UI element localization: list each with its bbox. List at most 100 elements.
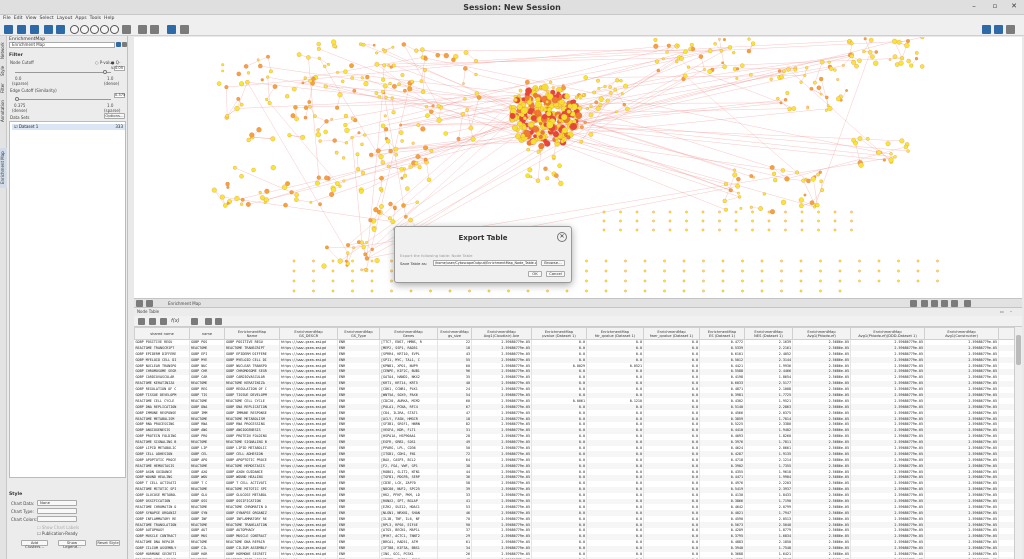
column-header[interactable]: EnrichmentMap GS_Type: [337, 327, 380, 340]
show-chart-labels-checkbox[interactable]: ☐ Show Chart Labels: [37, 525, 79, 530]
title-bar: Session: New Session – ▫ ✕: [0, 0, 1024, 15]
menu-item-select[interactable]: Select: [40, 16, 54, 21]
zoom-fit-icon[interactable]: [90, 25, 99, 34]
save-session-icon[interactable]: [30, 25, 39, 34]
select-edges-icon[interactable]: [941, 300, 948, 307]
options-button[interactable]: Options...: [104, 113, 125, 119]
browse-button[interactable]: Browse...: [541, 260, 565, 266]
tab-annotation[interactable]: Annotation: [0, 98, 7, 124]
map-menu-icon[interactable]: [122, 42, 127, 47]
column-header[interactable]: EnrichmentMapColouring (Dataset 1): [998, 327, 1014, 340]
edge-cutoff-slider[interactable]: [15, 97, 111, 101]
tab-network[interactable]: Network: [0, 40, 7, 62]
show-graphics-icon[interactable]: [921, 300, 928, 307]
menu-item-view[interactable]: View: [26, 16, 37, 21]
minimize-panel-icon[interactable]: –: [1010, 309, 1012, 314]
node-cutoff-field[interactable]: 0.05: [114, 66, 125, 71]
chart-data-select[interactable]: None: [37, 500, 77, 506]
publication-ready-checkbox[interactable]: ☐ Publication-Ready: [37, 531, 78, 536]
column-header[interactable]: EnrichmentMap Genes: [379, 327, 438, 340]
minimize-icon[interactable]: –: [968, 2, 980, 12]
column-header[interactable]: EnrichmentMap Avg1(Cloudiair) Ave: [471, 327, 532, 340]
reset-style-button[interactable]: Reset Style: [96, 540, 120, 546]
change-type-icon[interactable]: [149, 318, 156, 325]
dialog-close-icon[interactable]: ✕: [557, 232, 567, 242]
function-builder-icon[interactable]: f(x): [171, 318, 180, 324]
show-icon[interactable]: [150, 25, 159, 34]
export-icon[interactable]: [180, 25, 189, 34]
file-path-field[interactable]: /home/user/CytoscapeOutput/EnrichmentMap…: [433, 260, 537, 266]
column-header[interactable]: EnrichmentMap pvalue (Dataset 1): [531, 327, 587, 340]
menu-item-edit[interactable]: Edit: [14, 16, 23, 21]
column-header[interactable]: name: [189, 327, 225, 340]
tab-filter[interactable]: Filter: [0, 81, 7, 95]
add-clusters-button[interactable]: Add Clusters...: [21, 540, 48, 549]
table-scrollbar[interactable]: [1014, 327, 1022, 559]
column-header[interactable]: shared name: [134, 327, 190, 340]
hide-icon[interactable]: [138, 25, 147, 34]
node-cutoff-slider[interactable]: [15, 70, 111, 74]
select-nodes-icon[interactable]: [931, 300, 938, 307]
map-select[interactable]: Enrichment Map: [9, 42, 115, 48]
tab-style[interactable]: Style: [0, 64, 7, 78]
column-header[interactable]: EnrichmentMap ES (Dataset 1): [699, 327, 745, 340]
menu-item-help[interactable]: Help: [104, 16, 114, 21]
node-table[interactable]: shared name name EnrichmentMap Name Enrichme…: [134, 327, 1014, 559]
cancel-button[interactable]: Cancel: [546, 271, 565, 277]
view-options-icon[interactable]: [964, 300, 971, 307]
list-item-dataset-1[interactable]: ☑ Dataset 1 333: [12, 124, 125, 130]
search-options-icon[interactable]: [1006, 25, 1015, 34]
selection-mode-icon[interactable]: [910, 300, 917, 307]
column-header[interactable]: EnrichmentMap gs_size: [437, 327, 472, 340]
link-table-icon[interactable]: [191, 318, 198, 325]
column-header[interactable]: EnrichmentMap Avg1(Phiodsurf): [792, 327, 851, 340]
edge-cutoff-field[interactable]: 0.375: [114, 93, 125, 98]
refresh-icon[interactable]: [110, 25, 119, 34]
network-canvas[interactable]: [134, 35, 1022, 298]
zoom-in-icon[interactable]: [70, 25, 79, 34]
new-network-icon[interactable]: [167, 25, 176, 34]
import-table-icon[interactable]: [56, 25, 65, 34]
column-header[interactable]: EnrichmentMap Avg1(Phiodsurf)(DDD-Dataset…: [850, 327, 925, 340]
scrollbar-thumb[interactable]: [1016, 335, 1021, 365]
column-header[interactable]: EnrichmentMap fwer_qvalue (Dataset 1): [643, 327, 700, 340]
column-header[interactable]: EnrichmentMap NES (Dataset 1): [744, 327, 793, 340]
menu-item-tools[interactable]: Tools: [90, 16, 101, 21]
detach-view-icon[interactable]: [146, 300, 153, 307]
export-table-select[interactable]: Node Table: [451, 253, 472, 258]
select-annotations-icon[interactable]: [951, 300, 958, 307]
chart-type-select[interactable]: [37, 508, 77, 514]
maximize-icon[interactable]: ▫: [989, 2, 1001, 12]
menu-item-file[interactable]: File: [3, 16, 11, 21]
menu-item-apps[interactable]: Apps: [75, 16, 86, 21]
export-table-icon[interactable]: [215, 318, 222, 325]
tab-enrichment-map[interactable]: Enrichment Map: [0, 148, 7, 188]
column-header[interactable]: EnrichmentMap GS_DESCR: [279, 327, 338, 340]
node-cutoff-knob[interactable]: [103, 70, 108, 74]
zoom-selected-icon[interactable]: [100, 25, 109, 34]
new-session-icon[interactable]: [4, 25, 13, 34]
chart-colors-select[interactable]: [37, 516, 77, 522]
search-go-icon[interactable]: [994, 25, 1003, 34]
edge-cutoff-knob[interactable]: [15, 97, 19, 101]
show-columns-icon[interactable]: [138, 318, 145, 325]
grid-view-icon[interactable]: [136, 300, 143, 307]
column-header[interactable]: EnrichmentMap Avg1(Constructer): [924, 327, 999, 340]
show-legend-button[interactable]: Show Legend...: [58, 540, 86, 549]
close-window-icon[interactable]: ✕: [1008, 2, 1020, 12]
tab-node-table[interactable]: Node Table: [137, 309, 159, 314]
import-table-icon-2[interactable]: [205, 318, 212, 325]
add-map-icon[interactable]: [116, 42, 121, 47]
enrichment-network-graph[interactable]: [134, 35, 1022, 298]
zoom-out-icon[interactable]: [80, 25, 89, 34]
column-header[interactable]: EnrichmentMap fdr_qvalue (Dataset 1): [586, 327, 644, 340]
open-session-icon[interactable]: [17, 25, 26, 34]
import-network-icon[interactable]: [44, 25, 53, 34]
delete-column-icon[interactable]: [160, 318, 167, 325]
ok-button[interactable]: OK: [528, 271, 542, 277]
search-home-icon[interactable]: [982, 25, 991, 34]
menu-item-layout[interactable]: Layout: [57, 16, 73, 21]
float-panel-icon[interactable]: ▭: [1000, 309, 1004, 314]
home-icon[interactable]: [122, 25, 131, 34]
column-header[interactable]: EnrichmentMap Name: [224, 327, 280, 340]
